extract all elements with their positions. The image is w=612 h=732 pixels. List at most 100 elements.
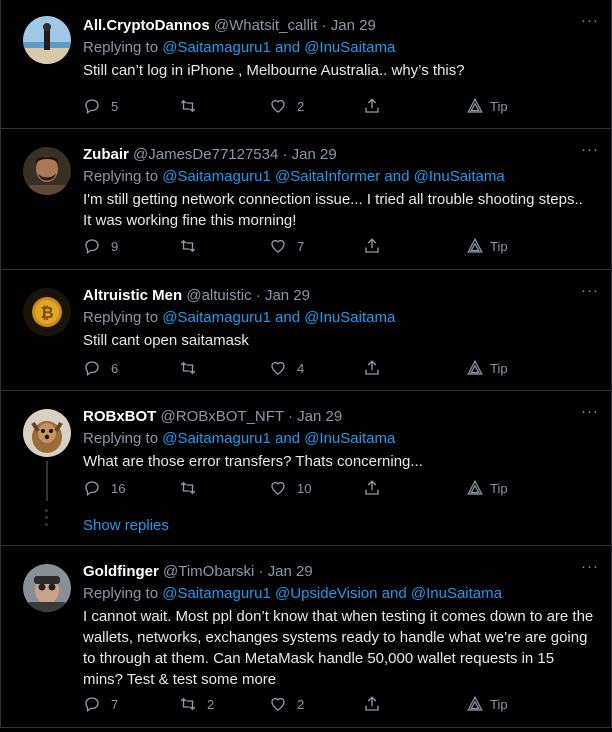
tip-label: Tip — [490, 696, 508, 712]
like-button[interactable]: 2 — [269, 96, 304, 116]
retweet-button[interactable] — [179, 96, 207, 116]
tweet[interactable]: ROBxBOT @ROBxBOT_NFT · Jan 29 Replying t… — [1, 391, 611, 546]
display-name[interactable]: Goldfinger — [83, 563, 159, 580]
retweet-icon — [180, 361, 196, 375]
tweet-text: What are those error transfers? Thats co… — [83, 453, 423, 470]
like-count: 7 — [297, 238, 305, 254]
replying-to-label: Replying to — [83, 168, 163, 185]
tweet[interactable]: Goldfinger @TimObarski · Jan 29 Replying… — [1, 546, 611, 728]
show-replies-link[interactable]: Show replies — [83, 517, 169, 534]
tip-icon — [467, 359, 483, 375]
share-button[interactable] — [363, 236, 381, 256]
retweet-button[interactable]: 2 — [179, 694, 214, 714]
tweet-header: All.CryptoDannos @Whatsit_callit · Jan 2… — [83, 16, 595, 36]
tweet[interactable]: ₿ Altruistic Men @altuistic · Jan 29 Rep… — [1, 270, 611, 391]
reply-count: 16 — [111, 480, 126, 496]
like-button[interactable]: 7 — [269, 236, 304, 256]
retweet-icon — [180, 239, 196, 253]
timestamp[interactable]: · Jan 29 — [283, 146, 337, 163]
display-name[interactable]: Altruistic Men — [83, 287, 182, 304]
share-icon — [365, 238, 379, 253]
reply-count: 6 — [111, 360, 119, 376]
share-button[interactable] — [363, 358, 381, 378]
avatar[interactable] — [23, 16, 71, 64]
like-button[interactable]: 4 — [269, 358, 304, 378]
tip-button[interactable]: Tip — [466, 96, 508, 116]
replying-to-links[interactable]: @Saitamaguru1 @SaitaInformer and @InuSai… — [162, 168, 505, 185]
timestamp[interactable]: · Jan 29 — [322, 17, 376, 34]
reply-count: 9 — [111, 238, 119, 254]
replying-to-links[interactable]: @Saitamaguru1 and @InuSaitama — [162, 430, 395, 447]
tip-button[interactable]: Tip — [466, 236, 508, 256]
avatar[interactable] — [23, 409, 71, 457]
tip-label: Tip — [490, 238, 508, 254]
heart-icon — [271, 239, 285, 253]
handle[interactable]: @ROBxBOT_NFT — [161, 408, 284, 425]
more-options-icon[interactable]: ··· — [581, 282, 599, 299]
like-button[interactable]: 10 — [269, 478, 311, 498]
avatar[interactable]: ₿ — [23, 288, 71, 336]
handle[interactable]: @altuistic — [186, 287, 251, 304]
replying-to-links[interactable]: @Saitamaguru1 and @InuSaitama — [162, 39, 395, 56]
timestamp[interactable]: · Jan 29 — [259, 563, 313, 580]
tweet-body: ROBxBOT @ROBxBOT_NFT · Jan 29 Replying t… — [83, 407, 595, 472]
tip-button[interactable]: Tip — [466, 478, 508, 498]
more-options-icon[interactable]: ··· — [581, 141, 599, 158]
reply-button[interactable]: 5 — [83, 96, 118, 116]
more-options-icon[interactable]: ··· — [581, 12, 599, 29]
display-name[interactable]: ROBxBOT — [83, 408, 156, 425]
reply-button[interactable]: 7 — [83, 694, 118, 714]
replying-to-links[interactable]: @Saitamaguru1 and @InuSaitama — [162, 309, 395, 326]
heart-icon — [271, 481, 285, 495]
tweet-actions: 7 2 2 Tip — [83, 694, 551, 714]
tweet-text: I cannot wait. Most ppl don’t know that … — [83, 608, 594, 688]
handle[interactable]: @JamesDe77127534 — [133, 146, 278, 163]
avatar[interactable] — [23, 147, 71, 195]
tip-button[interactable]: Tip — [466, 694, 508, 714]
tip-label: Tip — [490, 98, 508, 114]
tweet-header: Altruistic Men @altuistic · Jan 29 — [83, 286, 595, 306]
tweet-actions: 16 10 Tip — [83, 478, 551, 498]
replying-to-links[interactable]: @Saitamaguru1 @UpsideVision and @InuSait… — [162, 585, 502, 602]
reply-button[interactable]: 6 — [83, 358, 118, 378]
replying-to-label: Replying to — [83, 39, 163, 56]
tweet-actions: 9 7 Tip — [83, 236, 551, 256]
replying-to: Replying to @Saitamaguru1 and @InuSaitam… — [83, 308, 595, 328]
replying-to-label: Replying to — [83, 430, 163, 447]
share-button[interactable] — [363, 694, 381, 714]
more-options-icon[interactable]: ··· — [581, 558, 599, 575]
tweet-actions: 5 2 Tip — [83, 96, 551, 116]
handle[interactable]: @TimObarski — [163, 563, 254, 580]
display-name[interactable]: Zubair — [83, 146, 129, 163]
reply-count: 5 — [111, 98, 119, 114]
display-name[interactable]: All.CryptoDannos — [83, 17, 210, 34]
tweet-text: I'm still getting network connection iss… — [83, 191, 583, 229]
retweet-icon — [180, 99, 196, 113]
tip-label: Tip — [490, 360, 508, 376]
share-button[interactable] — [363, 478, 381, 498]
tip-icon — [467, 97, 483, 113]
reply-icon — [85, 697, 99, 713]
handle[interactable]: @Whatsit_callit — [214, 17, 318, 34]
share-icon — [365, 480, 379, 495]
tip-button[interactable]: Tip — [466, 358, 508, 378]
reply-button[interactable]: 16 — [83, 478, 125, 498]
timestamp[interactable]: · Jan 29 — [256, 287, 310, 304]
retweet-button[interactable] — [179, 236, 207, 256]
avatar[interactable] — [23, 564, 71, 612]
tweet[interactable]: All.CryptoDannos @Whatsit_callit · Jan 2… — [1, 0, 611, 129]
timestamp[interactable]: · Jan 29 — [288, 408, 342, 425]
tip-icon — [467, 695, 483, 711]
reply-button[interactable]: 9 — [83, 236, 118, 256]
share-button[interactable] — [363, 96, 381, 116]
more-options-icon[interactable]: ··· — [581, 403, 599, 420]
tweet[interactable]: Zubair @JamesDe77127534 · Jan 29 Replyin… — [1, 129, 611, 270]
reply-count: 7 — [111, 696, 119, 712]
like-count: 2 — [297, 98, 305, 114]
thread-connector-line — [46, 461, 48, 501]
like-button[interactable]: 2 — [269, 694, 304, 714]
tweet-header: Zubair @JamesDe77127534 · Jan 29 — [83, 145, 595, 165]
tweet-body: Zubair @JamesDe77127534 · Jan 29 Replyin… — [83, 145, 595, 231]
retweet-button[interactable] — [179, 478, 207, 498]
retweet-button[interactable] — [179, 358, 207, 378]
